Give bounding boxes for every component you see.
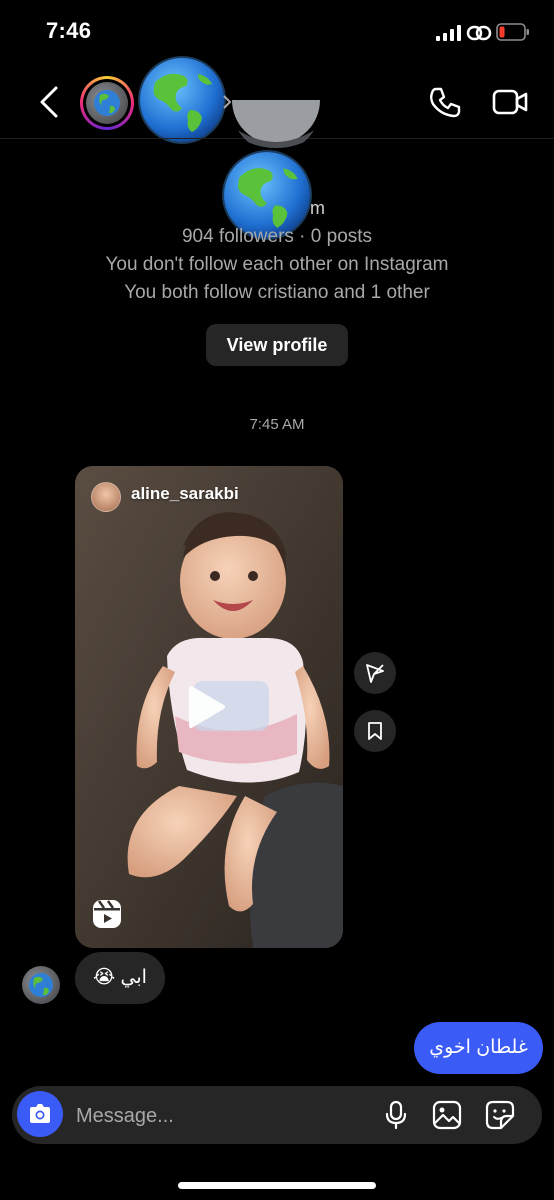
share-reel-button[interactable] (354, 652, 396, 694)
follower-count: 904 followers · 0 posts (181, 226, 373, 247)
phone-call-icon[interactable] (428, 86, 462, 120)
globe-icon (94, 90, 120, 116)
bookmark-icon (368, 722, 382, 740)
video-call-icon[interactable] (492, 86, 528, 118)
follow-relation-text: You don't follow each other on Instagram (105, 254, 449, 275)
received-message-text: ابي 😭 (93, 967, 147, 988)
received-message-bubble[interactable]: ابي 😭 (75, 952, 165, 1004)
save-reel-button[interactable] (354, 710, 396, 752)
send-icon (366, 664, 384, 683)
chevron-right-icon[interactable] (222, 94, 232, 110)
sticker-icon[interactable] (485, 1100, 515, 1130)
reels-icon (93, 900, 121, 928)
globe-icon (29, 973, 53, 997)
gallery-icon[interactable] (432, 1100, 462, 1130)
sender-avatar[interactable] (22, 966, 60, 1004)
sent-message-text: غلطان اخوي (429, 1037, 528, 1058)
camera-button[interactable] (17, 1091, 63, 1137)
shared-reel-card[interactable]: aline_sarakbi (75, 466, 343, 948)
message-composer (12, 1086, 542, 1144)
reel-username[interactable]: aline_sarakbi (131, 484, 239, 504)
message-timestamp: 7:45 AM (249, 416, 305, 433)
view-profile-button[interactable]: View profile (206, 324, 348, 366)
home-indicator (178, 1182, 376, 1189)
battery-low-icon (496, 23, 529, 41)
camera-icon (30, 1104, 50, 1123)
back-arrow-icon[interactable] (36, 84, 62, 120)
globe-sticker-icon (138, 56, 226, 144)
microphone-icon[interactable] (384, 1100, 408, 1130)
status-time: 7:46 (46, 18, 92, 43)
message-input[interactable] (74, 1100, 368, 1132)
intro-username: m (310, 198, 325, 218)
profile-avatar-large[interactable] (232, 100, 320, 152)
header-avatar[interactable] (80, 76, 134, 130)
sent-message-bubble[interactable]: غلطان اخوي (414, 1022, 543, 1074)
mutual-follow-text: You both follow cristiano and 1 other (124, 282, 430, 303)
reel-user-avatar (91, 482, 121, 512)
cellular-signal-icon (436, 25, 461, 41)
play-icon[interactable] (187, 684, 227, 730)
personal-hotspot-icon (466, 25, 492, 41)
